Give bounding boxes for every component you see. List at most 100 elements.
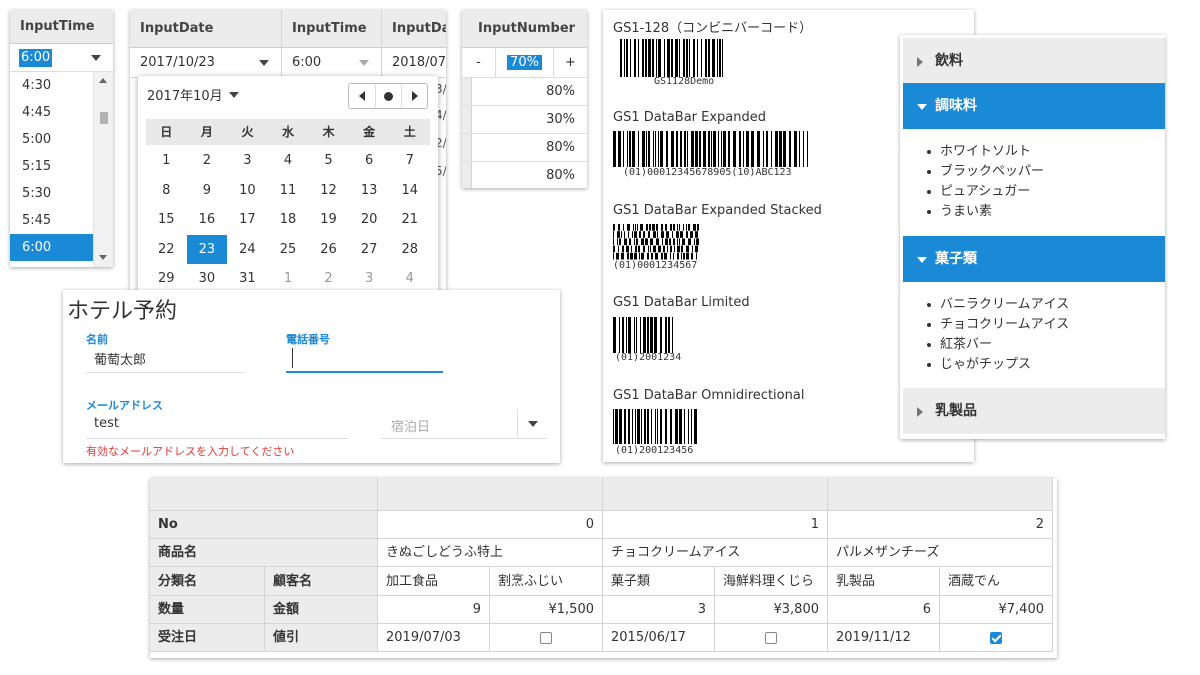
cell-qty[interactable]: 9	[378, 596, 490, 624]
number-cell[interactable]: 80%	[472, 162, 587, 188]
discount-checkbox[interactable]	[990, 631, 1002, 644]
date2-cell[interactable]: 2018/07/	[382, 48, 446, 77]
list-item[interactable]: バニラクリームアイス	[926, 295, 1069, 315]
discount-checkbox[interactable]	[540, 631, 552, 644]
grid-column-header[interactable]	[828, 478, 1053, 511]
cell-amount[interactable]: ¥7,400	[940, 596, 1053, 624]
calendar-day[interactable]: 9	[187, 176, 228, 206]
calendar-day[interactable]: 3	[227, 146, 268, 176]
calendar-day[interactable]: 6	[349, 146, 390, 176]
cell-order-date[interactable]: 2015/06/17	[603, 624, 715, 652]
calendar-day[interactable]: 24	[227, 235, 268, 265]
grid-column-header[interactable]	[378, 478, 603, 511]
increment-button[interactable]: +	[553, 48, 587, 77]
calendar-day[interactable]: 15	[146, 205, 187, 235]
calendar-day[interactable]: 22	[146, 235, 187, 265]
calendar-day[interactable]: 3	[349, 264, 390, 293]
time-option[interactable]: 5:15	[10, 153, 93, 180]
time-option[interactable]: 5:30	[10, 180, 93, 207]
calendar-day[interactable]: 19	[308, 205, 349, 235]
cell-customer[interactable]: 酒蔵でん	[940, 567, 1053, 596]
time-option[interactable]: 6:00	[10, 234, 93, 261]
email-input[interactable]: test	[94, 416, 119, 431]
calendar-day[interactable]: 5	[308, 146, 349, 176]
calendar-month-selector[interactable]: 2017年10月	[147, 85, 239, 104]
input-time-field[interactable]: 6:00	[10, 44, 113, 72]
cell-qty[interactable]: 3	[603, 596, 715, 624]
scrollbar[interactable]	[93, 72, 113, 267]
calendar-day[interactable]: 7	[389, 146, 430, 176]
cell-category[interactable]: 加工食品	[378, 567, 490, 596]
prev-month-button[interactable]	[349, 84, 375, 108]
calendar-day[interactable]: 4	[268, 146, 309, 176]
row-header[interactable]	[462, 106, 472, 133]
discount-checkbox[interactable]	[765, 631, 777, 644]
cell-amount[interactable]: ¥1,500	[490, 596, 603, 624]
row-header[interactable]	[462, 134, 472, 161]
list-item[interactable]: ブラックペッパー	[926, 162, 1044, 182]
calendar-day[interactable]: 26	[308, 235, 349, 265]
accordion-header-snacks[interactable]: 菓子類	[903, 236, 1165, 282]
list-item[interactable]: ピュアシュガー	[926, 182, 1044, 202]
time-option[interactable]: 4:45	[10, 99, 93, 126]
list-item[interactable]: ホワイトソルト	[926, 142, 1044, 162]
chevron-down-icon[interactable]	[228, 92, 239, 98]
accordion-header-beverage[interactable]: 飲料	[903, 38, 1165, 84]
cell-qty[interactable]: 6	[828, 596, 940, 624]
column-header-inputtime[interactable]: InputTime	[282, 10, 382, 47]
today-button[interactable]	[375, 84, 401, 108]
scrollbar-thumb[interactable]	[100, 112, 108, 124]
cell-customer[interactable]: 海鮮料理くじら	[715, 567, 828, 596]
list-item[interactable]: じゃがチップス	[926, 355, 1069, 375]
cell-category[interactable]: 乳製品	[828, 567, 940, 596]
cell-product[interactable]: きぬごしどうふ特上	[378, 539, 603, 567]
phone-input[interactable]	[286, 371, 443, 373]
calendar-day[interactable]: 10	[227, 176, 268, 206]
row-header[interactable]	[462, 162, 472, 188]
calendar-day[interactable]: 13	[349, 176, 390, 206]
calendar-day[interactable]: 16	[187, 205, 228, 235]
calendar-day[interactable]: 4	[389, 264, 430, 293]
calendar-day[interactable]: 28	[389, 235, 430, 265]
calendar-day[interactable]: 17	[227, 205, 268, 235]
cell-no[interactable]: 0	[378, 511, 603, 539]
next-month-button[interactable]	[401, 84, 427, 108]
calendar-day[interactable]: 2	[187, 146, 228, 176]
calendar-day[interactable]: 12	[308, 176, 349, 206]
list-item[interactable]: チョコクリームアイス	[926, 315, 1069, 335]
scroll-up-icon[interactable]	[99, 78, 107, 83]
calendar-day[interactable]: 30	[187, 264, 228, 293]
calendar-day[interactable]: 2	[308, 264, 349, 293]
chevron-down-icon[interactable]	[259, 60, 269, 66]
input-time-value[interactable]: 6:00	[19, 49, 53, 67]
chevron-down-icon[interactable]	[359, 60, 369, 66]
number-cell[interactable]: 80%	[472, 78, 587, 105]
decrement-button[interactable]: -	[462, 48, 496, 77]
date-select[interactable]: 宿泊日	[391, 416, 430, 435]
name-input[interactable]: 葡萄太郎	[94, 349, 146, 368]
list-item[interactable]: 紅茶バー	[926, 335, 1069, 355]
calendar-day[interactable]: 8	[146, 176, 187, 206]
cell-discount[interactable]	[490, 624, 603, 652]
calendar-day[interactable]: 29	[146, 264, 187, 293]
column-header-inputdate2[interactable]: InputDat	[382, 10, 446, 47]
calendar-day[interactable]: 27	[349, 235, 390, 265]
column-header-inputdate[interactable]: InputDate	[130, 10, 282, 47]
calendar-day[interactable]: 18	[268, 205, 309, 235]
cell-order-date[interactable]: 2019/07/03	[378, 624, 490, 652]
calendar-day[interactable]: 21	[389, 205, 430, 235]
grid-column-header[interactable]	[603, 478, 828, 511]
time-option[interactable]: 5:45	[10, 207, 93, 234]
number-input[interactable]: 70%	[496, 48, 553, 77]
cell-no[interactable]: 1	[603, 511, 828, 539]
accordion-header-seasoning[interactable]: 調味料	[903, 83, 1165, 129]
scroll-down-icon[interactable]	[99, 255, 107, 260]
calendar-day[interactable]: 11	[268, 176, 309, 206]
number-cell[interactable]: 30%	[472, 106, 587, 133]
accordion-header-dairy[interactable]: 乳製品	[903, 388, 1165, 434]
row-header[interactable]	[462, 78, 472, 105]
cell-customer[interactable]: 割烹ふじい	[490, 567, 603, 596]
cell-category[interactable]: 菓子類	[603, 567, 715, 596]
calendar-day[interactable]: 20	[349, 205, 390, 235]
cell-no[interactable]: 2	[828, 511, 1053, 539]
